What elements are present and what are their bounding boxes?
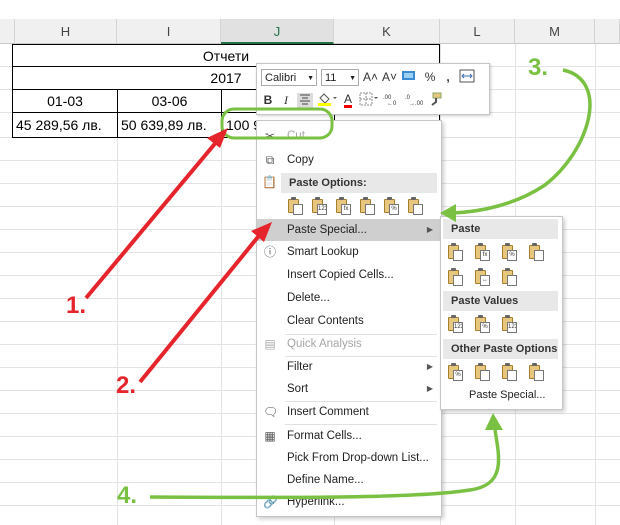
- arrow-3: [451, 68, 592, 215]
- annotation-4: 4.: [117, 482, 138, 509]
- arrow-4-head: [485, 413, 503, 430]
- annotation-3: 3.: [528, 54, 549, 81]
- arrow-3-head: [440, 204, 456, 222]
- annotation-2: 2.: [116, 372, 137, 399]
- highlight-oval: [220, 107, 334, 140]
- arrow-1: [84, 138, 220, 300]
- arrow-2: [138, 230, 264, 384]
- annotation-overlay: [84, 68, 592, 500]
- arrow-1-head: [207, 128, 228, 148]
- annotation-1: 1.: [66, 292, 87, 319]
- arrow-4: [149, 429, 501, 500]
